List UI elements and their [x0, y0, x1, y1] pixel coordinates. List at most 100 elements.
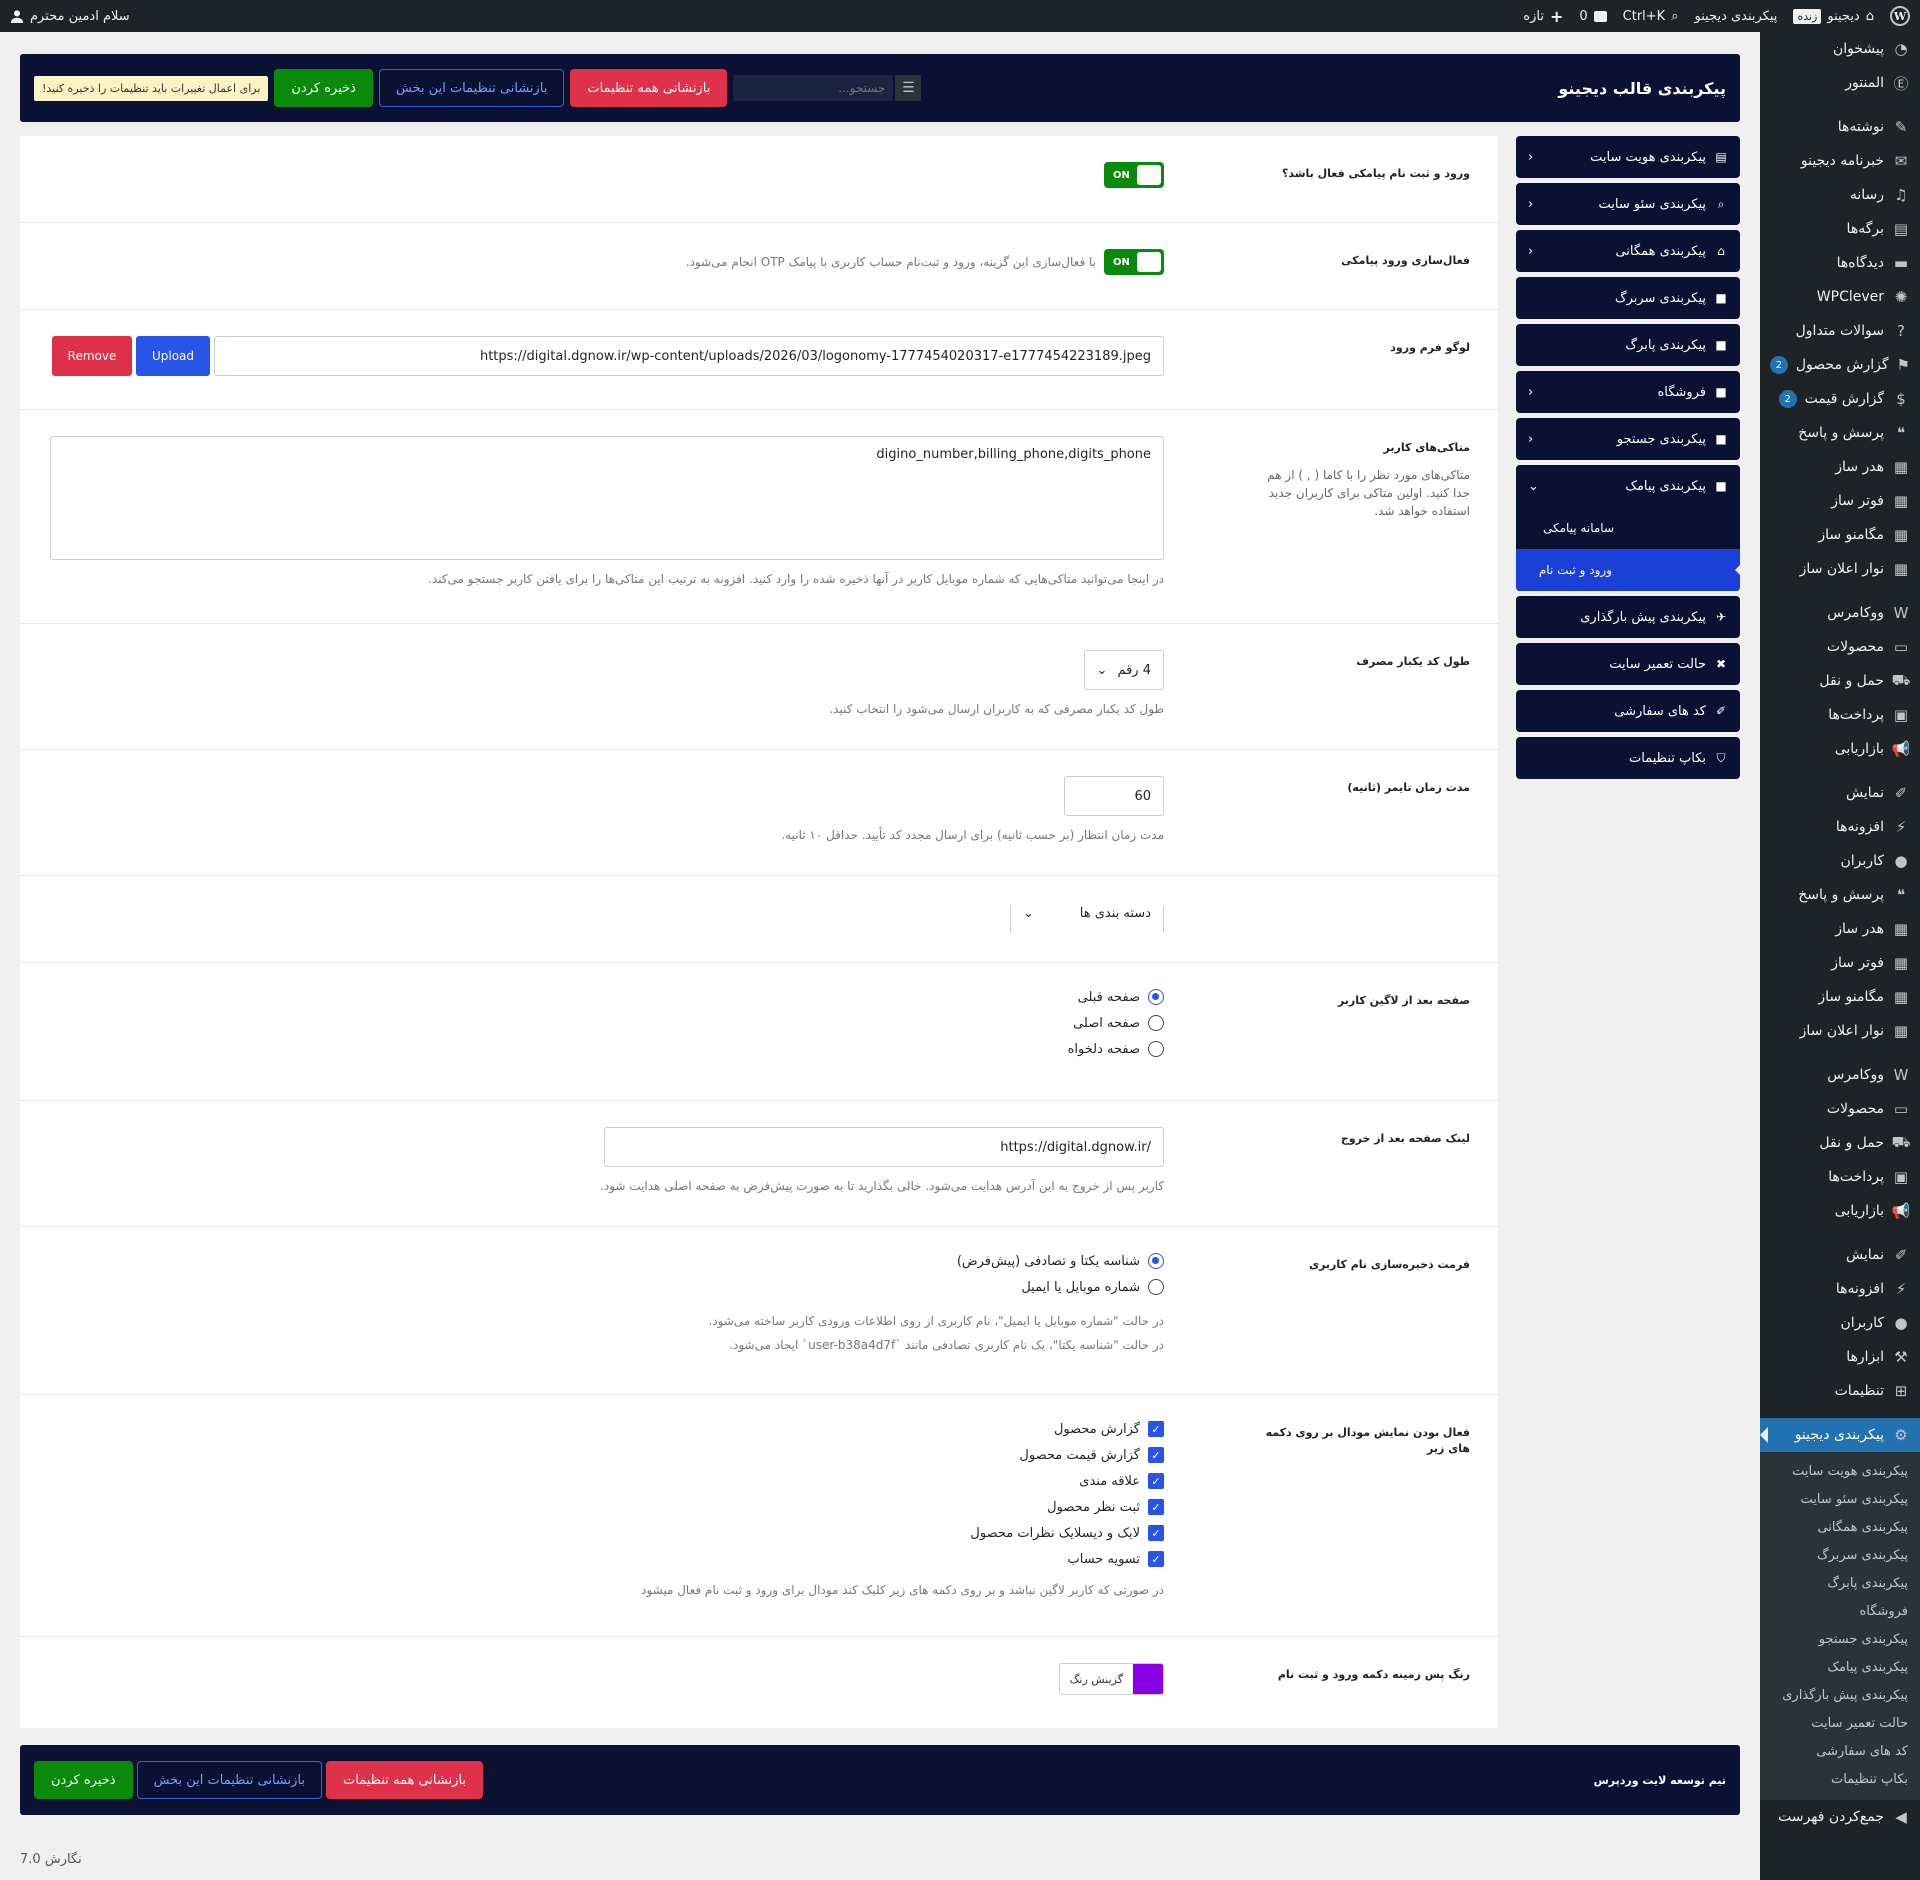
sms-activate-toggle[interactable]: ON — [1104, 249, 1164, 275]
menu-item[interactable]: ⚙ پیکربندی دیجینو — [1760, 1418, 1920, 1452]
checkbox-option[interactable]: ✓ گزارش قیمت محصول — [50, 1447, 1164, 1463]
wp-logo-menu[interactable]: W — [1890, 6, 1910, 26]
submenu-item[interactable]: پیکربندی جستجو — [1760, 1626, 1920, 1654]
menu-item[interactable]: ✎ نوشته‌ها — [1760, 110, 1920, 144]
nav-item[interactable]: ✐ کد های سفارشی — [1516, 690, 1740, 732]
otp-length-select[interactable]: 4 رقم ⌄ — [1083, 650, 1164, 690]
checkbox-option[interactable]: ✓ علاقه مندی — [50, 1473, 1164, 1489]
menu-item[interactable]: 📢 بازاریابی — [1760, 732, 1920, 766]
radio-option[interactable]: صفحه اصلی — [50, 1015, 1164, 1031]
nav-item[interactable]: ✈ پیکربندی پیش بارگذاری — [1516, 596, 1740, 638]
menu-item[interactable]: 📢 بازاریابی — [1760, 1194, 1920, 1228]
nav-item[interactable]: ⌂ پیکربندی همگانی ‹ — [1516, 230, 1740, 272]
menu-item[interactable]: ✺ WPClever — [1760, 280, 1920, 314]
submenu-item[interactable]: پیکربندی سئو سایت — [1760, 1486, 1920, 1514]
color-picker-button[interactable]: گزینش رنگ — [1058, 1663, 1164, 1695]
save-button[interactable]: ذخیره کردن — [274, 69, 373, 107]
menu-item[interactable]: ⊞ تنظیمات — [1760, 1374, 1920, 1408]
logout-link-input[interactable]: https://digital.dgnow.ir/ — [604, 1127, 1164, 1167]
menu-item[interactable]: ▦ هدر ساز — [1760, 912, 1920, 946]
menu-item[interactable]: ▣ پرداخت‌ها — [1760, 1160, 1920, 1194]
submenu-item[interactable]: پیکربندی هویت سایت — [1760, 1458, 1920, 1486]
menu-item[interactable]: ✐ نمایش — [1760, 776, 1920, 810]
checkbox-option[interactable]: ✓ لایک و دیسلایک نظرات محصول — [50, 1525, 1164, 1541]
menu-item[interactable]: ▭ محصولات — [1760, 1092, 1920, 1126]
nav-item[interactable]: ▤ پیکربندی هویت سایت ‹ — [1516, 136, 1740, 178]
checkbox-option[interactable]: ✓ گزارش محصول — [50, 1421, 1164, 1437]
nav-item[interactable]: ⌕ پیکربندی سئو سایت ‹ — [1516, 183, 1740, 225]
submenu-item[interactable]: پیکربندی پیامک — [1760, 1654, 1920, 1682]
nav-item[interactable]: ■ پیکربندی سربرگ — [1516, 277, 1740, 319]
menu-item[interactable]: ▦ مگامنو ساز — [1760, 980, 1920, 1014]
menu-item[interactable]: ▦ فوتر ساز — [1760, 484, 1920, 518]
reset-section-button[interactable]: بازنشانی تنظیمات این بخش — [378, 69, 565, 107]
submenu-item[interactable]: فروشگاه — [1760, 1598, 1920, 1626]
menu-item[interactable]: ⛟ حمل و نقل — [1760, 664, 1920, 698]
menu-item[interactable]: W ووکامرس — [1760, 596, 1920, 630]
menu-item[interactable]: ● کاربران — [1760, 844, 1920, 878]
user-meta-textarea[interactable]: digino_number,billing_phone,digits_phone — [50, 436, 1164, 560]
menu-item[interactable]: $ گزارش قیمت 2 — [1760, 382, 1920, 416]
new-content-link[interactable]: + تازه — [1523, 7, 1563, 26]
submenu-item[interactable]: کد های سفارشی — [1760, 1738, 1920, 1766]
reset-all-button[interactable]: بازنشانی همه تنظیمات — [570, 69, 728, 107]
menu-item[interactable]: ❝ پرسش و پاسخ — [1760, 878, 1920, 912]
menu-item[interactable]: ✐ نمایش — [1760, 1238, 1920, 1272]
reset-all-button[interactable]: بازنشانی همه تنظیمات — [326, 1761, 483, 1799]
save-button[interactable]: ذخیره کردن — [34, 1761, 133, 1799]
menu-item[interactable]: ✉ خبرنامه دیجینو — [1760, 144, 1920, 178]
menu-item[interactable]: ▦ نوار اعلان ساز — [1760, 552, 1920, 586]
nav-item-sms[interactable]: ■ پیکربندی پیامک ⌄ — [1516, 465, 1740, 507]
menu-item[interactable]: ⛟ حمل و نقل — [1760, 1126, 1920, 1160]
radio-option[interactable]: صفحه قبلی — [50, 989, 1164, 1005]
menu-item[interactable]: ▣ پرداخت‌ها — [1760, 698, 1920, 732]
nav-item[interactable]: ■ پیکربندی پابرگ — [1516, 324, 1740, 366]
menu-item[interactable]: ▦ هدر ساز — [1760, 450, 1920, 484]
submenu-item[interactable]: حالت تعمیر سایت — [1760, 1710, 1920, 1738]
remove-button[interactable]: Remove — [52, 336, 132, 376]
menu-item[interactable]: ❝ پرسش و پاسخ — [1760, 416, 1920, 450]
menu-item[interactable]: ⚡ افزونه‌ها — [1760, 1272, 1920, 1306]
menu-item[interactable]: W ووکامرس — [1760, 1058, 1920, 1092]
radio-option[interactable]: شناسه یکتا و تصادفی (پیش‌فرض) — [50, 1253, 1164, 1269]
menu-item[interactable]: ◔ پیشخوان — [1760, 32, 1920, 66]
menu-item[interactable]: ▬ دیدگاه‌ها — [1760, 246, 1920, 280]
submenu-item[interactable]: پیکربندی پابرگ — [1760, 1570, 1920, 1598]
menu-item[interactable]: ♫ رسانه — [1760, 178, 1920, 212]
comments-link[interactable]: 0 — [1579, 9, 1607, 24]
radio-option[interactable]: صفحه دلخواه — [50, 1041, 1164, 1057]
sms-login-toggle[interactable]: ON — [1104, 162, 1164, 188]
timer-input[interactable]: 60 — [1064, 776, 1164, 816]
checkbox-option[interactable]: ✓ تسویه حساب — [50, 1551, 1164, 1567]
submenu-item[interactable]: پیکربندی پیش بارگذاری — [1760, 1682, 1920, 1710]
menu-item[interactable]: ⚒ ابزارها — [1760, 1340, 1920, 1374]
theme-config-link[interactable]: پیکربندی دیجینو — [1695, 9, 1778, 24]
submenu-item[interactable]: پیکربندی همگانی — [1760, 1514, 1920, 1542]
reset-section-button[interactable]: بازنشانی تنظیمات این بخش — [136, 1761, 322, 1799]
options-search-input[interactable] — [733, 75, 894, 101]
nav-sub-login-register[interactable]: ورود و ثبت نام — [1516, 549, 1740, 591]
radio-option[interactable]: شماره موبایل یا ایمیل — [50, 1279, 1164, 1295]
submenu-item[interactable]: بکاپ تنظیمات — [1760, 1766, 1920, 1794]
site-name-link[interactable]: ⌂ دیجینو زنده — [1793, 8, 1874, 24]
checkbox-option[interactable]: ✓ ثبت نظر محصول — [50, 1499, 1164, 1515]
command-palette[interactable]: ⌕ Ctrl+K — [1623, 9, 1679, 24]
my-account[interactable]: سلام ادمین محترم — [10, 9, 130, 24]
menu-item[interactable]: ? سوالات متداول — [1760, 314, 1920, 348]
collapse-menu-button[interactable]: ◀ جمع‌کردن فهرست — [1760, 1800, 1920, 1834]
menu-item[interactable]: ▤ برگه‌ها — [1760, 212, 1920, 246]
nav-item[interactable]: ✖ حالت تعمیر سایت — [1516, 643, 1740, 685]
nav-sub-sms-gateway[interactable]: سامانه پیامکی — [1516, 507, 1740, 549]
upload-button[interactable]: Upload — [136, 336, 210, 376]
menu-item[interactable]: ⚡ افزونه‌ها — [1760, 810, 1920, 844]
logo-url-input[interactable]: https://digital.dgnow.ir/wp-content/uplo… — [214, 336, 1164, 376]
menu-item[interactable]: Ⓔ المنتور — [1760, 66, 1920, 100]
menu-item[interactable]: ⚑ گزارش محصول 2 — [1760, 348, 1920, 382]
category-select[interactable]: دسته بندی ها ⌄ — [1010, 906, 1164, 932]
nav-item[interactable]: ■ پیکربندی جستجو ‹ — [1516, 418, 1740, 460]
menu-item[interactable]: ▦ فوتر ساز — [1760, 946, 1920, 980]
menu-item[interactable]: ● کاربران — [1760, 1306, 1920, 1340]
nav-item[interactable]: ⛉ بکاپ تنظیمات — [1516, 737, 1740, 779]
expand-all-icon[interactable]: ☰ — [895, 75, 922, 101]
menu-item[interactable]: ▦ مگامنو ساز — [1760, 518, 1920, 552]
